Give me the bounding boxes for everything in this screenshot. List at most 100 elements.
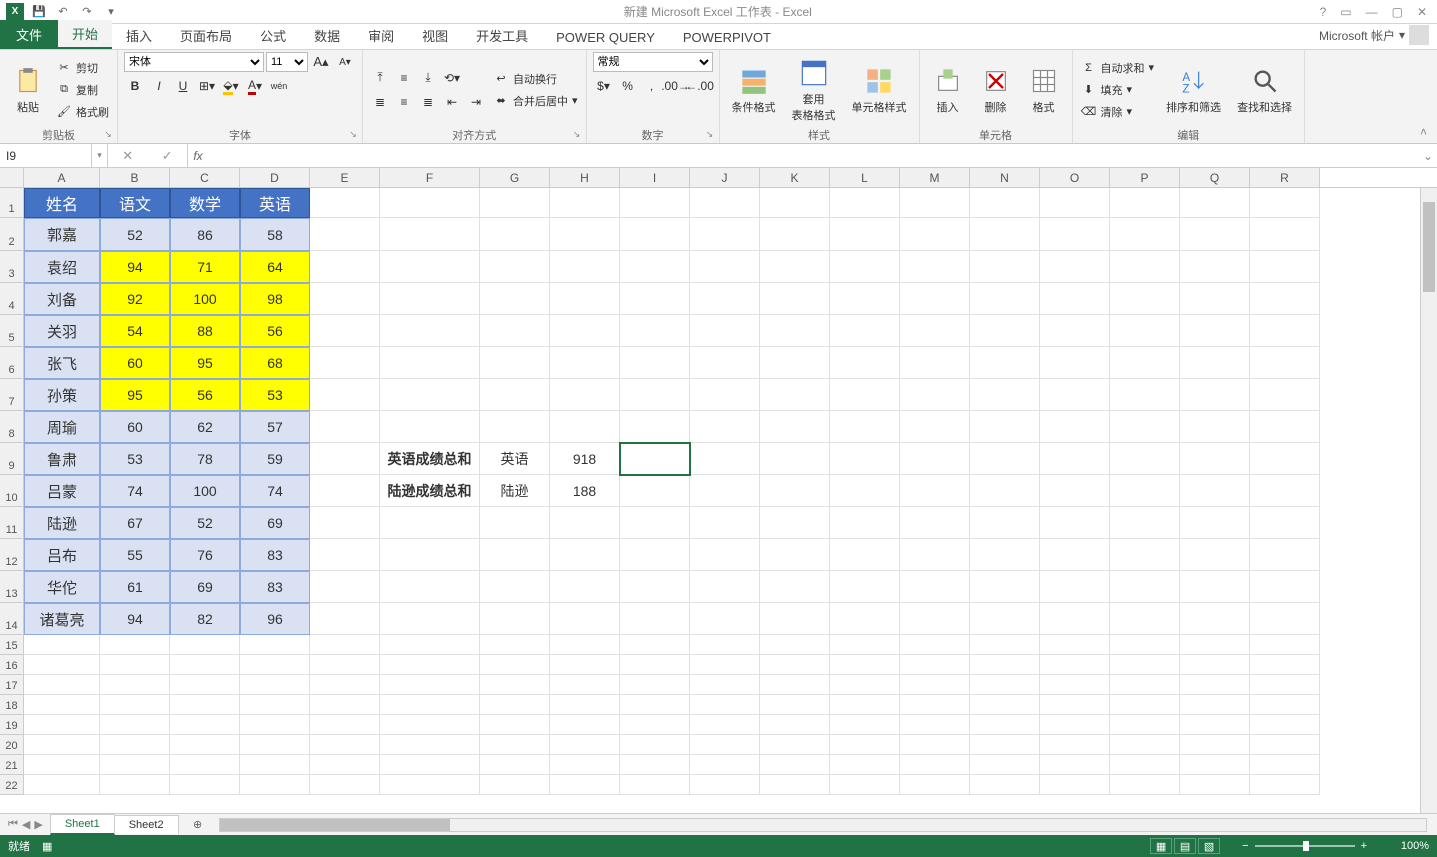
cell-R9[interactable]: [1250, 443, 1320, 475]
wrap-text-button[interactable]: ↩自动换行: [491, 69, 580, 89]
table-row-score[interactable]: 68: [240, 347, 310, 379]
cell-K18[interactable]: [760, 695, 830, 715]
cell-P6[interactable]: [1110, 347, 1180, 379]
cell-D18[interactable]: [240, 695, 310, 715]
table-row-score[interactable]: 92: [100, 283, 170, 315]
cell-E20[interactable]: [310, 735, 380, 755]
cell-D20[interactable]: [240, 735, 310, 755]
cell-M12[interactable]: [900, 539, 970, 571]
cell-F13[interactable]: [380, 571, 480, 603]
table-row-score[interactable]: 88: [170, 315, 240, 347]
cell-E17[interactable]: [310, 675, 380, 695]
cell-A15[interactable]: [24, 635, 100, 655]
cell-P13[interactable]: [1110, 571, 1180, 603]
cell-L6[interactable]: [830, 347, 900, 379]
align-center-button[interactable]: ≡: [393, 92, 415, 112]
cell-G8[interactable]: [480, 411, 550, 443]
cell-R7[interactable]: [1250, 379, 1320, 411]
cell-N11[interactable]: [970, 507, 1040, 539]
redo-icon[interactable]: ↷: [78, 3, 96, 21]
cell-I14[interactable]: [620, 603, 690, 635]
cell-H11[interactable]: [550, 507, 620, 539]
cell-I7[interactable]: [620, 379, 690, 411]
cell-L11[interactable]: [830, 507, 900, 539]
cell-Q19[interactable]: [1180, 715, 1250, 735]
cell-J9[interactable]: [690, 443, 760, 475]
cell-J4[interactable]: [690, 283, 760, 315]
cell-O8[interactable]: [1040, 411, 1110, 443]
tab-home[interactable]: 开始: [58, 20, 112, 49]
table-row-score[interactable]: 52: [170, 507, 240, 539]
sort-filter-button[interactable]: AZ排序和筛选: [1160, 63, 1227, 117]
table-row-score[interactable]: 69: [240, 507, 310, 539]
row-header-20[interactable]: 20: [0, 735, 24, 755]
cell-styles-button[interactable]: 单元格样式: [846, 63, 913, 117]
cell-Q12[interactable]: [1180, 539, 1250, 571]
zoom-slider[interactable]: − +: [1242, 840, 1367, 852]
cell-A19[interactable]: [24, 715, 100, 735]
cell-F11[interactable]: [380, 507, 480, 539]
cell-E11[interactable]: [310, 507, 380, 539]
cell-Q18[interactable]: [1180, 695, 1250, 715]
table-row-score[interactable]: 55: [100, 539, 170, 571]
cell-H5[interactable]: [550, 315, 620, 347]
cut-button[interactable]: ✂剪切: [54, 58, 111, 78]
zoom-out-button[interactable]: −: [1242, 840, 1248, 852]
cell-K5[interactable]: [760, 315, 830, 347]
qat-customize-icon[interactable]: ▾: [102, 3, 120, 21]
cell-K19[interactable]: [760, 715, 830, 735]
table-row-score[interactable]: 100: [170, 283, 240, 315]
sheet-nav-next-icon[interactable]: ▶: [34, 818, 42, 831]
cell-L13[interactable]: [830, 571, 900, 603]
cell-H12[interactable]: [550, 539, 620, 571]
cell-N2[interactable]: [970, 218, 1040, 251]
cancel-formula-icon[interactable]: ✕: [122, 148, 133, 164]
cell-L14[interactable]: [830, 603, 900, 635]
table-row-name[interactable]: 张飞: [24, 347, 100, 379]
cell-R17[interactable]: [1250, 675, 1320, 695]
cell-L2[interactable]: [830, 218, 900, 251]
cell-P16[interactable]: [1110, 655, 1180, 675]
cell-O22[interactable]: [1040, 775, 1110, 795]
table-row-name[interactable]: 吕布: [24, 539, 100, 571]
cell-H6[interactable]: [550, 347, 620, 379]
table-row-score[interactable]: 56: [240, 315, 310, 347]
cell-O4[interactable]: [1040, 283, 1110, 315]
cell-C16[interactable]: [170, 655, 240, 675]
expand-formula-bar-icon[interactable]: ⌄: [1419, 144, 1437, 167]
cell-K2[interactable]: [760, 218, 830, 251]
cell-I8[interactable]: [620, 411, 690, 443]
row-header-7[interactable]: 7: [0, 379, 24, 411]
cell-D22[interactable]: [240, 775, 310, 795]
find-select-button[interactable]: 查找和选择: [1231, 63, 1298, 117]
cell-R18[interactable]: [1250, 695, 1320, 715]
cell-M17[interactable]: [900, 675, 970, 695]
table-row-score[interactable]: 76: [170, 539, 240, 571]
cell-G2[interactable]: [480, 218, 550, 251]
table-row-score[interactable]: 62: [170, 411, 240, 443]
cell-M4[interactable]: [900, 283, 970, 315]
vertical-scrollbar[interactable]: [1420, 188, 1437, 813]
cell-C15[interactable]: [170, 635, 240, 655]
cell-L3[interactable]: [830, 251, 900, 283]
cell-E10[interactable]: [310, 475, 380, 507]
column-header-K[interactable]: K: [760, 168, 830, 187]
underline-button[interactable]: U: [172, 76, 194, 96]
table-row-score[interactable]: 58: [240, 218, 310, 251]
cell-J2[interactable]: [690, 218, 760, 251]
cell-G11[interactable]: [480, 507, 550, 539]
cell-F19[interactable]: [380, 715, 480, 735]
cell-R15[interactable]: [1250, 635, 1320, 655]
font-color-button[interactable]: A▾: [244, 76, 266, 96]
cell-Q1[interactable]: [1180, 188, 1250, 218]
tab-pagelayout[interactable]: 页面布局: [166, 22, 246, 49]
column-header-C[interactable]: C: [170, 168, 240, 187]
cell-I13[interactable]: [620, 571, 690, 603]
cell-I2[interactable]: [620, 218, 690, 251]
cell-N3[interactable]: [970, 251, 1040, 283]
horizontal-scroll-thumb[interactable]: [220, 819, 450, 831]
cell-B15[interactable]: [100, 635, 170, 655]
value-luxun-label[interactable]: 陆逊: [480, 475, 550, 507]
view-pagebreak-button[interactable]: ▧: [1198, 838, 1220, 854]
cell-D17[interactable]: [240, 675, 310, 695]
